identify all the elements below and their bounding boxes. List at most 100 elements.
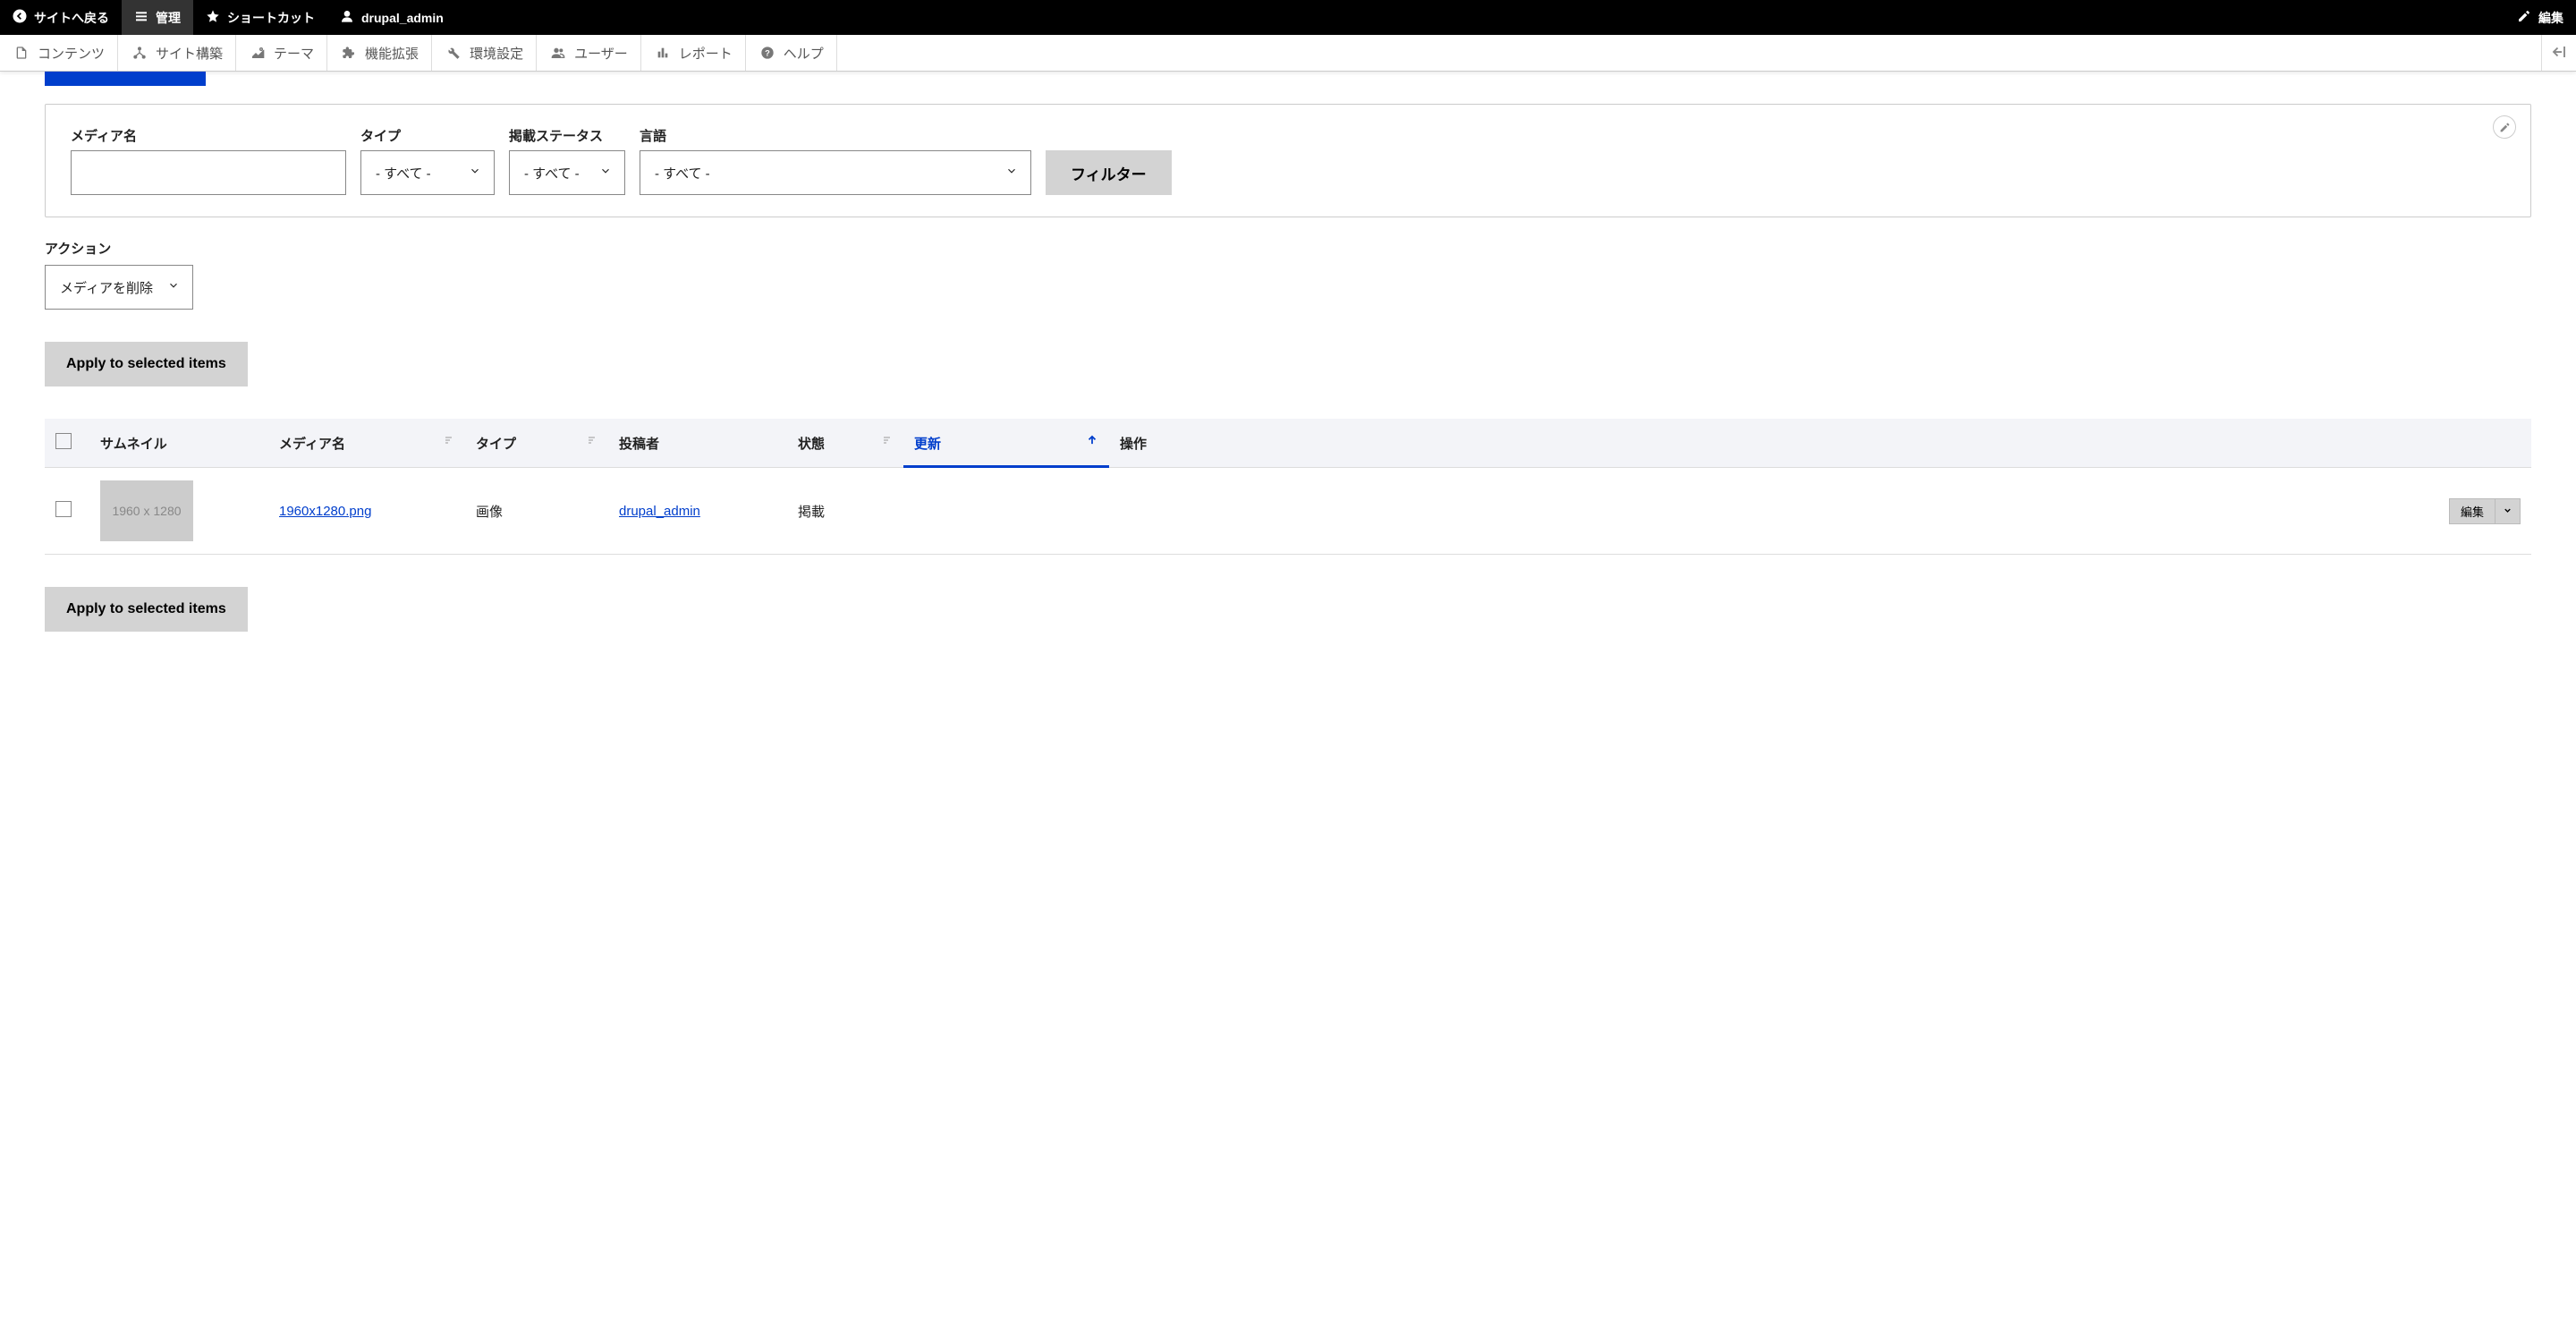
chevron-down-icon [1005, 165, 1018, 181]
back-to-site-link[interactable]: サイトへ戻る [0, 0, 122, 35]
toolbar-orientation-toggle[interactable] [2541, 35, 2576, 71]
back-icon [13, 9, 27, 26]
media-name-link[interactable]: 1960x1280.png [279, 504, 371, 519]
star-icon [206, 9, 220, 26]
author-header: 投稿者 [608, 419, 787, 468]
sort-icon [882, 434, 893, 449]
admin-menu: コンテンツ サイト構築 テーマ 機能拡張 環境設定 ユーザー レポート ? ヘル [0, 35, 2576, 72]
filter-button[interactable]: フィルター [1046, 150, 1172, 195]
publish-status-value: - すべて - [524, 164, 580, 183]
menu-help[interactable]: ? ヘルプ [746, 35, 837, 71]
menu-content-label: コンテンツ [38, 44, 105, 63]
menu-configuration[interactable]: 環境設定 [432, 35, 537, 71]
table-row: 1960 x 1280 1960x1280.png 画像 drupal_admi… [45, 468, 2531, 555]
status-header[interactable]: 状態 [787, 419, 903, 468]
apply-button-bottom[interactable]: Apply to selected items [45, 587, 248, 632]
thumbnail-cell: 1960 x 1280 [89, 468, 268, 555]
user-menu[interactable]: drupal_admin [327, 0, 456, 35]
status-header-label: 状態 [798, 437, 825, 452]
action-select[interactable]: メディアを削除 [45, 265, 193, 310]
publish-status-select[interactable]: - すべて - [509, 150, 625, 195]
sort-arrow-up-icon [1086, 434, 1098, 450]
menu-reports-label: レポート [679, 44, 733, 63]
user-name-label: drupal_admin [361, 11, 444, 25]
chevron-down-icon [599, 165, 612, 181]
row-checkbox[interactable] [55, 501, 72, 517]
structure-icon [131, 44, 148, 62]
admin-toolbar: サイトへ戻る 管理 ショートカット drupal_admin 編集 [0, 0, 2576, 35]
pencil-icon [2517, 9, 2531, 26]
edit-button[interactable]: 編集 [2449, 498, 2496, 524]
updated-cell [903, 468, 1109, 555]
operations-dropdown-toggle[interactable] [2496, 498, 2521, 524]
edit-mode-toggle[interactable]: 編集 [2504, 0, 2576, 35]
menu-extend-label: 機能拡張 [365, 44, 419, 63]
chevron-down-icon [167, 279, 180, 295]
action-select-value: メディアを削除 [60, 278, 153, 297]
filter-panel: メディア名 タイプ - すべて - 掲載ステータス - すべて - 言語 [45, 104, 2531, 217]
filter-edit-icon[interactable] [2493, 115, 2516, 139]
admin-menu-items: コンテンツ サイト構築 テーマ 機能拡張 環境設定 ユーザー レポート ? ヘル [0, 35, 837, 71]
configuration-icon [445, 44, 462, 62]
select-all-header [45, 419, 89, 468]
media-name-input[interactable] [71, 150, 346, 195]
author-cell: drupal_admin [608, 468, 787, 555]
toolbar-left-group: サイトへ戻る 管理 ショートカット drupal_admin [0, 0, 456, 35]
main-content: メディア名 タイプ - すべて - 掲載ステータス - すべて - 言語 [0, 72, 2576, 667]
publish-status-label: 掲載ステータス [509, 126, 625, 145]
filter-row: メディア名 タイプ - すべて - 掲載ステータス - すべて - 言語 [71, 126, 2505, 195]
menu-extend[interactable]: 機能拡張 [327, 35, 432, 71]
svg-text:?: ? [765, 48, 770, 57]
menu-structure-label: サイト構築 [156, 44, 223, 63]
manage-toggle[interactable]: 管理 [122, 0, 193, 35]
language-select[interactable]: - すべて - [640, 150, 1031, 195]
collapse-icon [2551, 44, 2567, 63]
chevron-down-icon [2503, 505, 2512, 518]
table-header-row: サムネイル メディア名 タイプ 投稿者 状態 更新 操作 [45, 419, 2531, 468]
edit-label: 編集 [2538, 9, 2563, 27]
menu-structure[interactable]: サイト構築 [118, 35, 236, 71]
type-select[interactable]: - すべて - [360, 150, 495, 195]
apply-button-top[interactable]: Apply to selected items [45, 342, 248, 386]
appearance-icon [249, 44, 267, 62]
reports-icon [654, 44, 672, 62]
shortcuts-link[interactable]: ショートカット [193, 0, 327, 35]
media-name-header[interactable]: メディア名 [268, 419, 465, 468]
people-icon [549, 44, 567, 62]
content-icon [13, 44, 30, 62]
action-label: アクション [45, 239, 2531, 258]
author-link[interactable]: drupal_admin [619, 504, 700, 519]
type-header[interactable]: タイプ [465, 419, 608, 468]
sort-icon [444, 434, 454, 449]
thumbnail-image: 1960 x 1280 [100, 480, 193, 541]
updated-header-label: 更新 [914, 437, 941, 452]
shortcuts-label: ショートカット [227, 9, 315, 27]
filter-type: タイプ - すべて - [360, 126, 495, 195]
filter-media-name: メディア名 [71, 126, 346, 195]
filter-language: 言語 - すべて - [640, 126, 1031, 195]
user-icon [340, 9, 354, 26]
sort-icon [587, 434, 597, 449]
menu-appearance[interactable]: テーマ [236, 35, 327, 71]
filter-publish-status: 掲載ステータス - すべて - [509, 126, 625, 195]
media-name-label: メディア名 [71, 126, 346, 145]
operations-cell: 編集 [1109, 468, 2531, 555]
menu-content[interactable]: コンテンツ [0, 35, 118, 71]
operations-button-group: 編集 [2449, 498, 2521, 524]
menu-reports[interactable]: レポート [641, 35, 746, 71]
updated-header[interactable]: 更新 [903, 419, 1109, 468]
language-label: 言語 [640, 126, 1031, 145]
add-media-button-partial[interactable] [45, 72, 206, 86]
type-select-value: - すべて - [376, 164, 431, 183]
media-name-header-label: メディア名 [279, 437, 345, 452]
media-table: サムネイル メディア名 タイプ 投稿者 状態 更新 操作 [45, 419, 2531, 555]
select-all-checkbox[interactable] [55, 433, 72, 449]
media-name-cell: 1960x1280.png [268, 468, 465, 555]
thumbnail-header: サムネイル [89, 419, 268, 468]
status-cell: 掲載 [787, 468, 903, 555]
type-header-label: タイプ [476, 437, 516, 452]
help-icon: ? [758, 44, 776, 62]
hamburger-icon [134, 9, 148, 26]
menu-people[interactable]: ユーザー [537, 35, 641, 71]
menu-appearance-label: テーマ [274, 44, 314, 63]
